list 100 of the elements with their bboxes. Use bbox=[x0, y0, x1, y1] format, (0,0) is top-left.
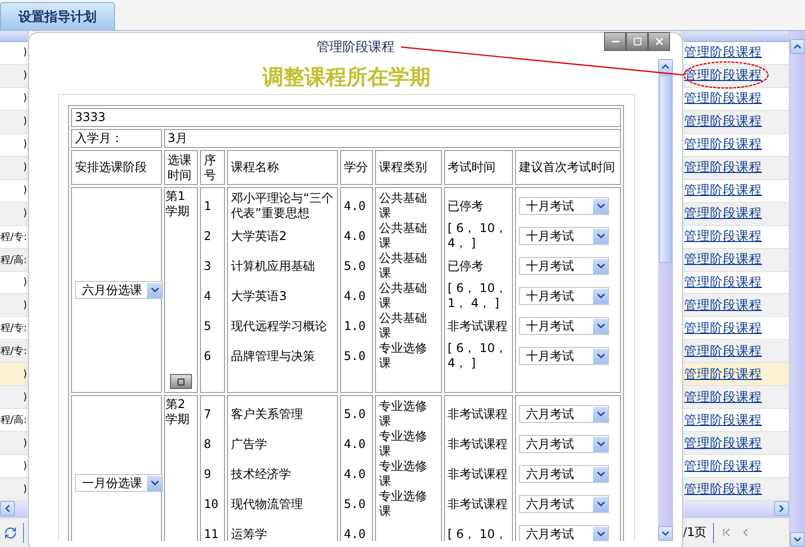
table-cell: ) bbox=[23, 460, 27, 472]
exam-time: 非考试课程 bbox=[448, 466, 508, 482]
manage-link[interactable]: 管理阶段课程 bbox=[684, 113, 762, 130]
manage-link[interactable]: 管理阶段课程 bbox=[684, 412, 762, 429]
course-credits: 5.0 bbox=[344, 496, 366, 512]
stage-select[interactable]: 六月份选课 bbox=[75, 281, 163, 299]
page-heading: 调整课程所在学期 bbox=[261, 62, 432, 90]
exam-month-select[interactable]: 六月考试 bbox=[519, 435, 610, 453]
table-cell: ) bbox=[23, 70, 27, 82]
exam-month-select[interactable]: 六月考试 bbox=[519, 495, 610, 513]
manage-link[interactable]: 管理阶段课程 bbox=[684, 342, 762, 360]
course-category: 公共基础课 bbox=[379, 251, 428, 281]
chevron-down-icon bbox=[593, 466, 608, 482]
course-credits: 4.0 bbox=[344, 228, 366, 244]
scroll-up-button[interactable] bbox=[790, 39, 805, 54]
course-category: 公共基础课 bbox=[379, 281, 428, 311]
chevron-down-icon bbox=[593, 258, 608, 274]
stage-select[interactable]: 一月份选课 bbox=[75, 474, 163, 492]
exam-time: [ 6， 10， bbox=[448, 526, 507, 541]
table-cell: ) bbox=[23, 185, 27, 196]
table-cell-text: 程/高: bbox=[0, 254, 27, 267]
manage-link[interactable]: 管理阶段课程 bbox=[684, 480, 762, 498]
manage-link[interactable]: 管理阶段课程 bbox=[684, 228, 762, 246]
exam-month-select[interactable]: 六月考试 bbox=[519, 465, 610, 483]
manage-link[interactable]: 管理阶段课程 bbox=[684, 274, 762, 291]
column-header: 课程类别 bbox=[375, 150, 442, 185]
table-cell: ) bbox=[23, 208, 27, 220]
chevron-down-icon bbox=[593, 406, 608, 422]
maximize-button[interactable] bbox=[626, 32, 648, 51]
manage-link[interactable]: 管理阶段课程 bbox=[684, 458, 762, 475]
course-credits: 4.0 bbox=[344, 526, 366, 541]
toggle-button[interactable] bbox=[170, 374, 192, 389]
manage-link[interactable]: 管理阶段课程 bbox=[684, 251, 762, 268]
field-label: 入学月： bbox=[71, 129, 162, 148]
exam-month-select[interactable]: 十月考试 bbox=[519, 227, 610, 245]
maximize-icon bbox=[632, 37, 642, 46]
table-cell: ) bbox=[23, 484, 27, 495]
tab[interactable]: 设置指导计划 bbox=[0, 2, 115, 30]
course-name: 现代远程学习概论 bbox=[231, 318, 328, 334]
table-cell: ) bbox=[23, 368, 27, 380]
table-cell: ) bbox=[23, 276, 27, 288]
exam-month-select[interactable]: 十月考试 bbox=[519, 287, 610, 305]
exam-month-select[interactable]: 十月考试 bbox=[519, 317, 610, 335]
course-name: 运筹学 bbox=[231, 526, 268, 541]
exam-time: [ 6， 10， 4， ] bbox=[448, 341, 508, 371]
course-name: 广告学 bbox=[231, 436, 268, 452]
course-credits: 4.0 bbox=[344, 466, 366, 482]
term-label: 第1学期 bbox=[166, 189, 191, 219]
course-category: 公共基础课 bbox=[379, 221, 428, 251]
manage-link[interactable]: 管理阶段课程 bbox=[684, 90, 762, 108]
scroll-left-button[interactable] bbox=[0, 501, 15, 516]
column-header: 学分 bbox=[340, 150, 374, 185]
scroll-right-button[interactable] bbox=[774, 501, 789, 516]
chevron-down-icon bbox=[147, 282, 162, 298]
exam-month-select[interactable]: 十月考试 bbox=[519, 347, 610, 365]
course-number: 6 bbox=[204, 348, 212, 364]
table-cell: ) bbox=[23, 392, 27, 403]
manage-link[interactable]: 管理阶段课程 bbox=[684, 44, 762, 62]
exam-time: [ 6， 10， 4， ] bbox=[448, 221, 508, 251]
chevron-down-icon bbox=[593, 496, 608, 512]
exam-month-select[interactable]: 十月考试 bbox=[519, 257, 610, 275]
square-icon bbox=[176, 378, 185, 386]
manage-link[interactable]: 管理阶段课程 bbox=[684, 205, 762, 222]
chevron-down-icon bbox=[593, 228, 608, 244]
close-button[interactable] bbox=[648, 32, 670, 51]
course-category: 专业选修课 bbox=[379, 429, 428, 459]
scroll-up-button[interactable] bbox=[658, 59, 673, 74]
course-credits: 4.0 bbox=[344, 288, 366, 304]
refresh-icon[interactable] bbox=[4, 526, 18, 540]
scroll-thumb[interactable] bbox=[659, 75, 672, 263]
exam-time: 非考试课程 bbox=[448, 496, 508, 512]
exam-time: [ 6， 10， 1， 4， ] bbox=[448, 281, 508, 311]
course-number: 3 bbox=[204, 258, 212, 274]
minimize-button[interactable] bbox=[604, 32, 626, 51]
student-name: 3333 bbox=[71, 108, 621, 127]
manage-link[interactable]: 管理阶段课程 bbox=[684, 296, 762, 314]
manage-link[interactable]: 管理阶段课程 bbox=[684, 320, 762, 337]
course-number: 4 bbox=[204, 288, 212, 304]
manage-link[interactable]: 管理阶段课程 bbox=[684, 159, 762, 176]
exam-month-select[interactable]: 六月考试 bbox=[519, 405, 610, 423]
course-credits: 4.0 bbox=[344, 198, 366, 214]
exam-month-select[interactable]: 十月考试 bbox=[519, 197, 610, 215]
chevron-down-icon bbox=[593, 348, 608, 364]
chevron-down-icon bbox=[593, 436, 608, 452]
manage-link[interactable]: 管理阶段课程 bbox=[684, 388, 762, 406]
manage-link[interactable]: 管理阶段课程 bbox=[684, 366, 762, 383]
term-label: 第2学期 bbox=[166, 397, 191, 427]
manage-link[interactable]: 管理阶段课程 bbox=[684, 182, 762, 200]
table-cell: ) bbox=[23, 438, 27, 449]
column-header: 序号 bbox=[200, 150, 226, 185]
course-number: 7 bbox=[204, 406, 212, 422]
scroll-down-button[interactable] bbox=[790, 532, 805, 547]
column-header: 课程名称 bbox=[227, 150, 338, 185]
exam-time: 已停考 bbox=[448, 198, 484, 214]
column-header: 选课时间 bbox=[164, 150, 198, 185]
manage-link[interactable]: 管理阶段课程 bbox=[684, 434, 762, 452]
scroll-down-button[interactable] bbox=[658, 526, 673, 541]
manage-link[interactable]: 管理阶段课程 bbox=[684, 136, 762, 154]
course-number: 9 bbox=[204, 466, 212, 482]
exam-month-select[interactable]: 六月考试 bbox=[519, 525, 610, 541]
